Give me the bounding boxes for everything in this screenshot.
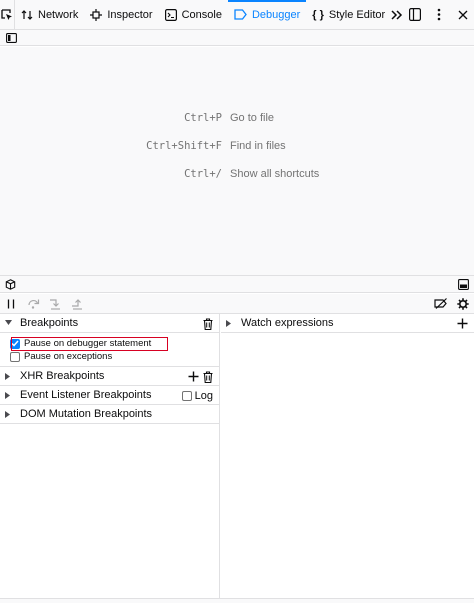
plus-icon: [188, 371, 199, 382]
step-out-icon: [72, 298, 82, 310]
more-tools-button[interactable]: [391, 0, 403, 30]
blackbox-source-button[interactable]: [5, 278, 16, 290]
console-icon: [164, 8, 177, 21]
tab-network-label: Network: [38, 8, 79, 21]
shortcut-key: Ctrl+P: [184, 112, 222, 124]
breakpoint-disable-icon: [434, 298, 447, 309]
step-over-button[interactable]: [22, 294, 44, 314]
xhr-breakpoints-header[interactable]: XHR Breakpoints: [0, 367, 219, 386]
close-toolbox-button[interactable]: [451, 0, 474, 30]
event-listener-actions: Log: [181, 386, 213, 405]
more-vertical-icon: [437, 8, 441, 21]
close-icon: [458, 10, 468, 19]
watch-expressions-header[interactable]: Watch expressions: [221, 314, 474, 333]
secondary-panes-right: Watch expressions: [221, 314, 474, 598]
shortcut-key: Ctrl+Shift+F: [146, 140, 222, 152]
remove-all-xhr-breakpoints-button[interactable]: [203, 370, 213, 383]
shortcut-label: Show all shortcuts: [230, 168, 320, 180]
toggle-split-console-button[interactable]: [403, 0, 427, 30]
element-picker-icon: [1, 8, 12, 20]
remove-all-breakpoints-button[interactable]: [203, 317, 213, 330]
xhr-breakpoints-title: XHR Breakpoints: [20, 370, 105, 382]
plus-icon: [457, 318, 468, 329]
network-arrows-icon: [21, 9, 33, 21]
log-events-option[interactable]: Log: [181, 389, 213, 402]
step-in-icon: [50, 298, 60, 310]
triangle-right-icon: [5, 391, 15, 399]
secondary-panes-left: Breakpoints Pause on debugger statement …: [0, 314, 220, 598]
triangle-down-icon: [5, 320, 15, 326]
pause-button[interactable]: [0, 294, 22, 314]
trash-icon: [203, 317, 213, 330]
devtools-window: Network Inspector Console Debugger {} S…: [0, 0, 474, 603]
command-bar: [0, 294, 474, 314]
split-console-icon: [409, 8, 422, 21]
debugger-settings-button[interactable]: [452, 294, 474, 314]
triangle-right-icon: [5, 372, 15, 380]
watch-expressions-actions: [457, 314, 468, 333]
breakpoints-title: Breakpoints: [20, 317, 79, 329]
step-in-button[interactable]: [44, 294, 66, 314]
pause-on-exceptions-checkbox[interactable]: [10, 351, 20, 362]
tab-style-editor-label: Style Editor: [328, 8, 386, 21]
shortcut-key: Ctrl+/: [184, 168, 222, 180]
pause-icon: [7, 299, 15, 308]
toggle-secondary-panes-button[interactable]: [458, 278, 469, 290]
skip-pausing-button[interactable]: [430, 294, 452, 314]
tab-console-label: Console: [181, 8, 222, 21]
style-editor-icon: { }: [312, 8, 324, 21]
pause-on-exceptions-option[interactable]: Pause on exceptions: [10, 349, 112, 364]
shortcut-show-all[interactable]: Ctrl+/ Show all shortcuts: [0, 166, 474, 182]
sidebar-toggle-icon: [6, 32, 17, 43]
tab-inspector[interactable]: Inspector: [84, 0, 158, 30]
dom-mutation-breakpoints-title: DOM Mutation Breakpoints: [20, 408, 153, 420]
dom-mutation-breakpoints-header[interactable]: DOM Mutation Breakpoints: [0, 405, 219, 424]
sources-tab-bar: [0, 30, 474, 46]
tab-style-editor[interactable]: { } Style Editor: [306, 0, 391, 30]
editor-footer: [0, 275, 474, 293]
debugger-icon: [234, 9, 247, 20]
double-chevron-right-icon: [391, 9, 403, 20]
add-xhr-breakpoint-button[interactable]: [188, 371, 199, 382]
breakpoints-actions: [203, 314, 213, 333]
panel-bottom-edge: [0, 598, 474, 603]
breakpoints-header[interactable]: Breakpoints: [0, 314, 219, 333]
welcome-box: Ctrl+P Go to file Ctrl+Shift+F Find in f…: [0, 47, 474, 275]
step-over-icon: [27, 299, 39, 309]
element-picker-button[interactable]: [0, 0, 15, 30]
toolbar-right-controls: [403, 0, 474, 30]
event-listener-breakpoints-title: Event Listener Breakpoints: [20, 389, 152, 401]
highlight-annotation-box: [11, 337, 168, 351]
tab-debugger[interactable]: Debugger: [227, 0, 307, 30]
shortcut-find-in-files[interactable]: Ctrl+Shift+F Find in files: [0, 138, 474, 154]
box-icon: [5, 278, 16, 290]
shortcut-go-to-file[interactable]: Ctrl+P Go to file: [0, 110, 474, 126]
triangle-right-icon: [226, 319, 236, 327]
tab-inspector-label: Inspector: [107, 8, 153, 21]
tab-network[interactable]: Network: [15, 0, 84, 30]
log-events-checkbox[interactable]: [181, 390, 192, 401]
command-bar-right: [430, 294, 474, 314]
trash-icon: [203, 370, 213, 383]
xhr-breakpoints-actions: [188, 367, 213, 386]
sidebar-bottom-icon: [458, 278, 469, 290]
step-out-button[interactable]: [66, 294, 88, 314]
shortcut-label: Find in files: [230, 140, 286, 152]
triangle-right-icon: [5, 410, 15, 418]
shortcut-label: Go to file: [230, 112, 275, 124]
devtools-toolbar: Network Inspector Console Debugger {} S…: [0, 0, 474, 30]
watch-expressions-title: Watch expressions: [241, 317, 334, 329]
gear-icon: [457, 297, 469, 310]
toggle-sources-pane-button[interactable]: [6, 32, 17, 43]
toolbox-menu-button[interactable]: [427, 0, 451, 30]
pause-on-exceptions-label: Pause on exceptions: [24, 351, 113, 362]
add-watch-expression-button[interactable]: [457, 318, 468, 329]
inspector-icon: [90, 8, 103, 21]
tab-debugger-label: Debugger: [251, 8, 301, 21]
event-listener-breakpoints-header[interactable]: Event Listener Breakpoints Log: [0, 386, 219, 405]
tab-console[interactable]: Console: [159, 0, 228, 30]
log-events-label: Log: [194, 389, 213, 402]
